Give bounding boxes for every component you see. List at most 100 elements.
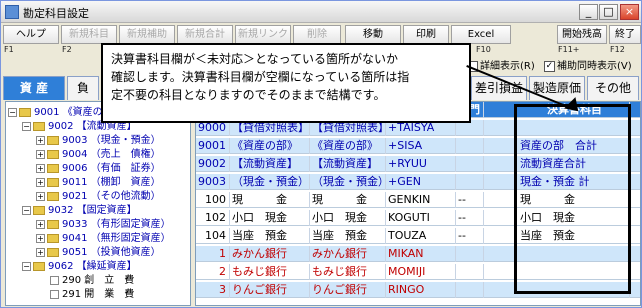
tree-node-code: 9021 xyxy=(62,191,88,202)
tree-node-code: 9011 xyxy=(62,177,88,188)
table-cell-name[interactable]: 《資産の部》 xyxy=(230,138,310,154)
collapse-icon[interactable]: − xyxy=(22,121,31,131)
tree-node[interactable]: +9006 （有価 証券） xyxy=(36,162,161,175)
new-total-button[interactable]: 新規合計 xyxy=(177,25,233,44)
collapse-icon[interactable]: − xyxy=(8,107,17,117)
sub-view-checkbox[interactable]: ✓ xyxy=(543,60,555,72)
table-cell-print[interactable]: 《資産の部》 xyxy=(310,138,386,154)
table-cell-name[interactable]: 【流動資産】 xyxy=(230,156,310,172)
table-cell-dept[interactable] xyxy=(456,174,484,190)
sub-view-label: 補助同時表示(V) xyxy=(556,61,632,72)
table-cell-key[interactable]: +RYUU xyxy=(386,156,456,172)
table-cell-dept[interactable] xyxy=(456,138,484,154)
collapse-icon[interactable]: − xyxy=(22,261,31,271)
table-cell-print[interactable]: もみじ銀行 xyxy=(310,264,386,280)
callout-line: 定不要の科目となりますのでそのままで結構です。 xyxy=(111,88,386,102)
delete-button[interactable]: 削除 xyxy=(293,25,341,44)
table-cell-code[interactable]: 1 xyxy=(196,246,230,262)
table-cell-key[interactable]: MIKAN xyxy=(386,246,456,262)
tree-node[interactable]: +9033 （有形固定資産） xyxy=(36,218,171,231)
tree-node[interactable]: +9051 （投資他資産） xyxy=(36,246,161,259)
table-cell-print[interactable]: 当座 預金 xyxy=(310,228,386,244)
help-button[interactable]: ヘルプ xyxy=(3,25,59,44)
table-cell-code[interactable]: 9001 xyxy=(196,138,230,154)
expand-icon[interactable]: + xyxy=(36,163,45,173)
table-cell-print[interactable]: 現 金 xyxy=(310,192,386,208)
tree-node[interactable]: − 9032 【固定資産】 xyxy=(22,204,137,217)
minimize-button[interactable]: _ xyxy=(579,4,598,20)
table-cell-name[interactable]: みかん銀行 xyxy=(230,246,310,262)
table-cell-key[interactable]: KOGUTI xyxy=(386,210,456,226)
tree-node-code: 9033 xyxy=(62,219,88,230)
table-cell-code[interactable]: 9002 xyxy=(196,156,230,172)
table-cell-print[interactable]: 【流動資産】 xyxy=(310,156,386,172)
tree-node-label: （その他流動） xyxy=(90,191,161,202)
expand-icon[interactable]: + xyxy=(36,177,45,187)
collapse-icon[interactable]: − xyxy=(22,205,31,215)
table-cell-dept[interactable] xyxy=(456,246,484,262)
table-cell-key[interactable]: GENKIN xyxy=(386,192,456,208)
table-cell-code[interactable]: 104 xyxy=(196,228,230,244)
folder-icon xyxy=(47,177,59,187)
exit-button[interactable]: 終了 xyxy=(609,25,641,44)
table-cell-name[interactable]: りんご銀行 xyxy=(230,282,310,298)
tree-node-code: 9002 xyxy=(48,121,74,132)
table-cell-code[interactable]: 9003 xyxy=(196,174,230,190)
expand-icon[interactable]: + xyxy=(36,149,45,159)
opening-balance-button[interactable]: 開始残高 xyxy=(557,25,607,44)
tab-assets[interactable]: 資 産 xyxy=(3,76,65,100)
tree-node-code: 9051 xyxy=(62,247,88,258)
table-cell-print[interactable]: 小口 現金 xyxy=(310,210,386,226)
new-link-button[interactable]: 新規リンク xyxy=(235,25,291,44)
table-cell-print[interactable]: みかん銀行 xyxy=(310,246,386,262)
new-sub-button[interactable]: 新規補助 xyxy=(119,25,175,44)
maximize-button[interactable]: □ xyxy=(599,4,618,20)
tree-node[interactable]: − 9062 【繰延資産】 xyxy=(22,260,137,273)
expand-icon[interactable]: + xyxy=(36,135,45,145)
tree-node[interactable]: 290 創 立 費 xyxy=(50,274,134,287)
tab-other[interactable]: その他 xyxy=(587,76,639,100)
folder-icon xyxy=(47,219,59,229)
tree-node[interactable]: +9003 （現金・預金） xyxy=(36,134,161,147)
new-account-button[interactable]: 新規科目 xyxy=(61,25,117,44)
table-cell-name[interactable]: （現金・預金） xyxy=(230,174,310,190)
tab-manufacturing[interactable]: 製造原価 xyxy=(529,76,585,100)
expand-icon[interactable]: + xyxy=(36,191,45,201)
folder-icon xyxy=(47,163,59,173)
table-cell-name[interactable]: 現 金 xyxy=(230,192,310,208)
table-cell-key[interactable]: RINGO xyxy=(386,282,456,298)
table-cell-name[interactable]: もみじ銀行 xyxy=(230,264,310,280)
table-cell-code[interactable]: 3 xyxy=(196,282,230,298)
tree-node[interactable]: +9021 （その他流動） xyxy=(36,190,161,203)
tree-node[interactable]: 291 開 業 費 xyxy=(50,288,134,301)
expand-icon[interactable]: + xyxy=(36,233,45,243)
expand-icon[interactable]: + xyxy=(36,219,45,229)
table-cell-code[interactable]: 102 xyxy=(196,210,230,226)
tree-node[interactable]: +9011 （棚卸 資産） xyxy=(36,176,161,189)
table-cell-name[interactable]: 小口 現金 xyxy=(230,210,310,226)
table-cell-dept[interactable]: -- xyxy=(456,228,484,244)
table-cell-dept[interactable]: -- xyxy=(456,210,484,226)
tree-node[interactable]: +9041 （無形固定資産） xyxy=(36,232,171,245)
excel-button[interactable]: Excel xyxy=(451,25,511,44)
table-cell-print[interactable]: （現金・預金） xyxy=(310,174,386,190)
table-cell-dept[interactable] xyxy=(456,156,484,172)
table-cell-print[interactable]: りんご銀行 xyxy=(310,282,386,298)
folder-icon xyxy=(47,247,59,257)
expand-icon[interactable]: + xyxy=(36,247,45,257)
table-cell-key[interactable]: +GEN xyxy=(386,174,456,190)
table-cell-name[interactable]: 当座 預金 xyxy=(230,228,310,244)
print-button[interactable]: 印刷 xyxy=(403,25,449,44)
table-cell-dept[interactable]: -- xyxy=(456,192,484,208)
table-cell-key[interactable]: MOMIJI xyxy=(386,264,456,280)
table-cell-dept[interactable] xyxy=(456,282,484,298)
close-button[interactable]: × xyxy=(620,4,639,20)
table-cell-dept[interactable] xyxy=(456,264,484,280)
table-cell-key[interactable]: TOUZA xyxy=(386,228,456,244)
table-cell-code[interactable]: 2 xyxy=(196,264,230,280)
tab-liabilities[interactable]: 負 xyxy=(67,76,99,100)
table-cell-key[interactable]: +SISA xyxy=(386,138,456,154)
table-cell-code[interactable]: 100 xyxy=(196,192,230,208)
move-button[interactable]: 移動 xyxy=(345,25,401,44)
tree-node[interactable]: +9004 （売上 債権） xyxy=(36,148,161,161)
